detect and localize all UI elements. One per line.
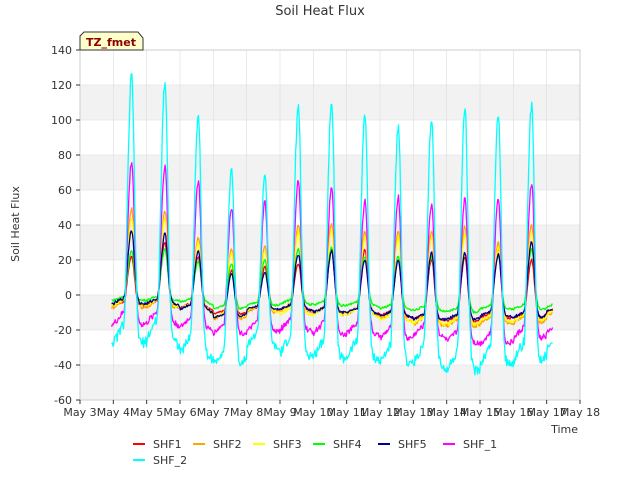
- x-tick-label: May 7: [197, 406, 230, 419]
- y-tick-label: 0: [65, 289, 72, 302]
- y-tick-label: 20: [58, 254, 72, 267]
- grid-band: [80, 155, 580, 190]
- legend-label: SHF2: [213, 438, 242, 451]
- chart-title: Soil Heat Flux: [275, 4, 365, 19]
- legend-label: SHF_1: [463, 438, 497, 451]
- legend-label: SHF3: [273, 438, 302, 451]
- y-tick-label: -20: [54, 324, 72, 337]
- y-tick-label: 40: [58, 219, 72, 232]
- y-axis-title: Soil Heat Flux: [9, 186, 22, 262]
- y-tick-label: 60: [58, 184, 72, 197]
- x-tick-label: May 3: [63, 406, 96, 419]
- legend-label: SHF4: [333, 438, 362, 451]
- x-tick-label: May 9: [263, 406, 296, 419]
- badge-label: TZ_fmet: [86, 36, 136, 49]
- legend-label: SHF_2: [153, 454, 187, 467]
- y-tick-label: 80: [58, 149, 72, 162]
- y-tick-label: 100: [51, 114, 72, 127]
- legend: SHF1 SHF2 SHF3 SHF4 SHF5 SHF_1 SHF_2: [133, 438, 497, 467]
- legend-label: SHF1: [153, 438, 182, 451]
- x-tick-label: May 6: [163, 406, 196, 419]
- grid-band: [80, 365, 580, 400]
- station-badge: TZ_fmet: [79, 31, 144, 51]
- y-axis-ticks: -60-40-20020406080100120140: [51, 44, 80, 407]
- x-tick-label: May 18: [560, 406, 600, 419]
- x-axis-title: Time: [550, 423, 578, 436]
- x-tick-label: May 8: [230, 406, 263, 419]
- x-axis-ticks: May 3 May 4 May 5 May 6 May 7 May 8 May 9 May 1…: [63, 400, 600, 419]
- y-tick-label: 140: [51, 44, 72, 57]
- soil-heat-flux-chart: Soil Heat Flux -60-40-200204060801001201…: [9, 4, 600, 467]
- y-tick-label: 120: [51, 79, 72, 92]
- x-tick-label: May 5: [130, 406, 163, 419]
- x-tick-label: May 4: [97, 406, 130, 419]
- y-tick-label: -40: [54, 359, 72, 372]
- legend-label: SHF5: [398, 438, 427, 451]
